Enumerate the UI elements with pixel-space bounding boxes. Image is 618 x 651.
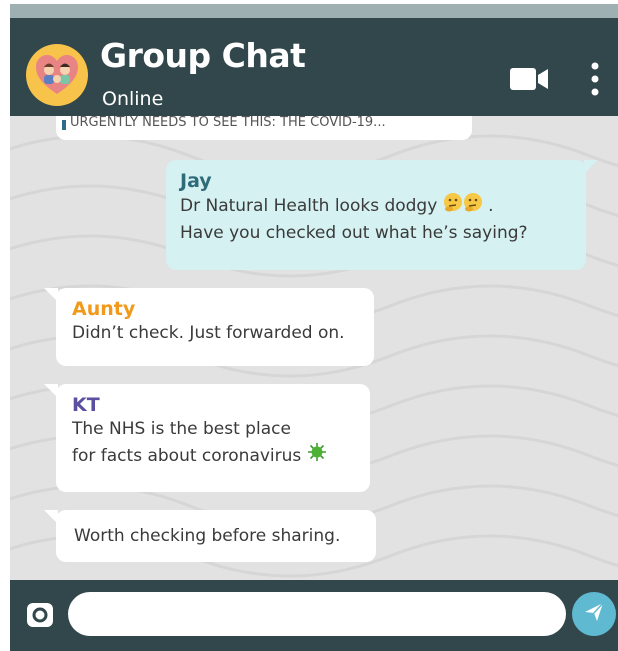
- sender-name: KT: [72, 394, 100, 416]
- video-camera-icon[interactable]: [510, 66, 550, 96]
- message-bubble-jay[interactable]: Jay Dr Natural Health looks dodgy . Have…: [166, 160, 598, 270]
- message-line: for facts about coronavirus: [72, 442, 354, 470]
- quote-marker: [62, 120, 66, 130]
- send-icon: [583, 601, 605, 627]
- message-text: URGENTLY NEEDS TO SEE THIS: THE COVID-19…: [70, 116, 386, 130]
- message-text-end: .: [488, 196, 494, 216]
- send-button[interactable]: [572, 592, 616, 636]
- message-input[interactable]: [68, 592, 566, 636]
- message-text: Worth checking before sharing.: [74, 526, 341, 546]
- message-text: for facts about coronavirus: [72, 446, 302, 466]
- message-text: Dr Natural Health looks dodgy: [180, 196, 438, 216]
- composer-bar: [10, 580, 618, 651]
- virus-icon: [307, 442, 327, 470]
- family-avatar-icon[interactable]: [26, 44, 88, 106]
- message-bubble-kt[interactable]: KT The NHS is the best place for facts a…: [44, 384, 370, 492]
- more-vertical-icon[interactable]: [590, 62, 600, 100]
- camera-icon[interactable]: [26, 602, 54, 632]
- message-text: The NHS is the best place: [72, 419, 291, 439]
- online-status: Online: [102, 88, 164, 110]
- chat-window: Group Chat Online URGENTLY NEEDS TO SEE …: [10, 4, 618, 651]
- message-line: Dr Natural Health looks dodgy .: [180, 192, 572, 220]
- chat-title: Group Chat: [100, 36, 306, 75]
- message-text: Have you checked out what he’s saying?: [180, 223, 528, 243]
- thinking-face-icon: [443, 192, 483, 220]
- chat-header: Group Chat Online: [10, 4, 618, 116]
- sender-name: Aunty: [72, 298, 136, 320]
- chat-area[interactable]: URGENTLY NEEDS TO SEE THIS: THE COVID-19…: [10, 116, 618, 580]
- message-bubble-aunty[interactable]: Aunty Didn’t check. Just forwarded on.: [44, 288, 374, 366]
- sender-name: Jay: [180, 170, 212, 192]
- message-text: Didn’t check. Just forwarded on.: [72, 323, 345, 343]
- message-bubble-clipped[interactable]: URGENTLY NEEDS TO SEE THIS: THE COVID-19…: [56, 116, 472, 140]
- message-bubble-extra[interactable]: Worth checking before sharing.: [44, 510, 376, 562]
